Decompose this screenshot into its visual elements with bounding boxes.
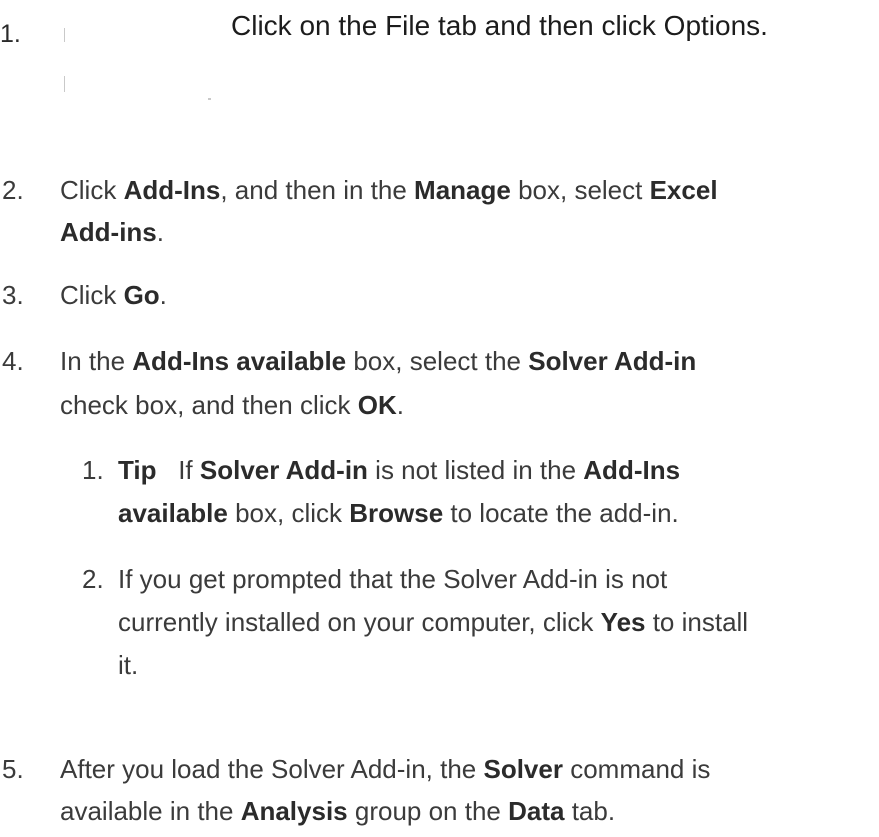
substep-1-line-1: Tip If Solver Add-in is not listed in th… (118, 455, 681, 485)
solver-add-in-term-2: Solver Add-in (199, 455, 368, 485)
solver-term: Solver (483, 754, 563, 784)
step-3-number: 3. (2, 280, 24, 310)
add-ins-available-term: Add-Ins available (132, 346, 347, 376)
step-2-line-1: Click Add-Ins, and then in the Manage bo… (60, 175, 718, 205)
substep-1-line-2: available box, click Browse to locate th… (118, 498, 679, 528)
step-1-number: 1. (0, 20, 21, 48)
step-3-line: Click Go. (60, 280, 167, 310)
browse-term: Browse (349, 498, 444, 528)
ok-term: OK (357, 390, 397, 420)
substep-2-line-3: it. (118, 650, 139, 680)
cursor-mark (64, 28, 65, 42)
substep-1-number: 1. (82, 455, 104, 485)
cursor-mark (64, 76, 65, 92)
add-ins-term-3: Add-Ins (583, 455, 681, 485)
substep-2-line-2: currently installed on your computer, cl… (118, 607, 749, 637)
tip-label: Tip (118, 455, 157, 485)
substep-2-line-1: If you get prompted that the Solver Add-… (118, 564, 668, 594)
add-ins-term-2: Add-ins (60, 217, 157, 247)
step-4-line-1: In the Add-Ins available box, select the… (60, 346, 697, 376)
stray-mark (208, 98, 211, 100)
go-term: Go (123, 280, 160, 310)
step-5-number: 5. (2, 754, 24, 784)
step-4-line-2: check box, and then click OK. (60, 390, 404, 420)
add-ins-term: Add-Ins (123, 175, 221, 205)
step-5-line-1: After you load the Solver Add-in, the So… (60, 754, 711, 784)
data-term: Data (508, 796, 565, 826)
substep-2-number: 2. (82, 564, 104, 594)
analysis-term: Analysis (240, 796, 348, 826)
step-2-line-2: Add-ins. (60, 217, 164, 247)
step-2-number: 2. (2, 175, 24, 205)
step-5-line-2: available in the Analysis group on the D… (60, 796, 616, 826)
excel-term: Excel (649, 175, 718, 205)
yes-term: Yes (600, 607, 646, 637)
step-4-number: 4. (2, 346, 24, 376)
step-1-text: Click on the File tab and then click Opt… (231, 10, 768, 41)
solver-add-in-term: Solver Add-in (528, 346, 697, 376)
available-term: available (118, 498, 228, 528)
manage-term: Manage (414, 175, 511, 205)
